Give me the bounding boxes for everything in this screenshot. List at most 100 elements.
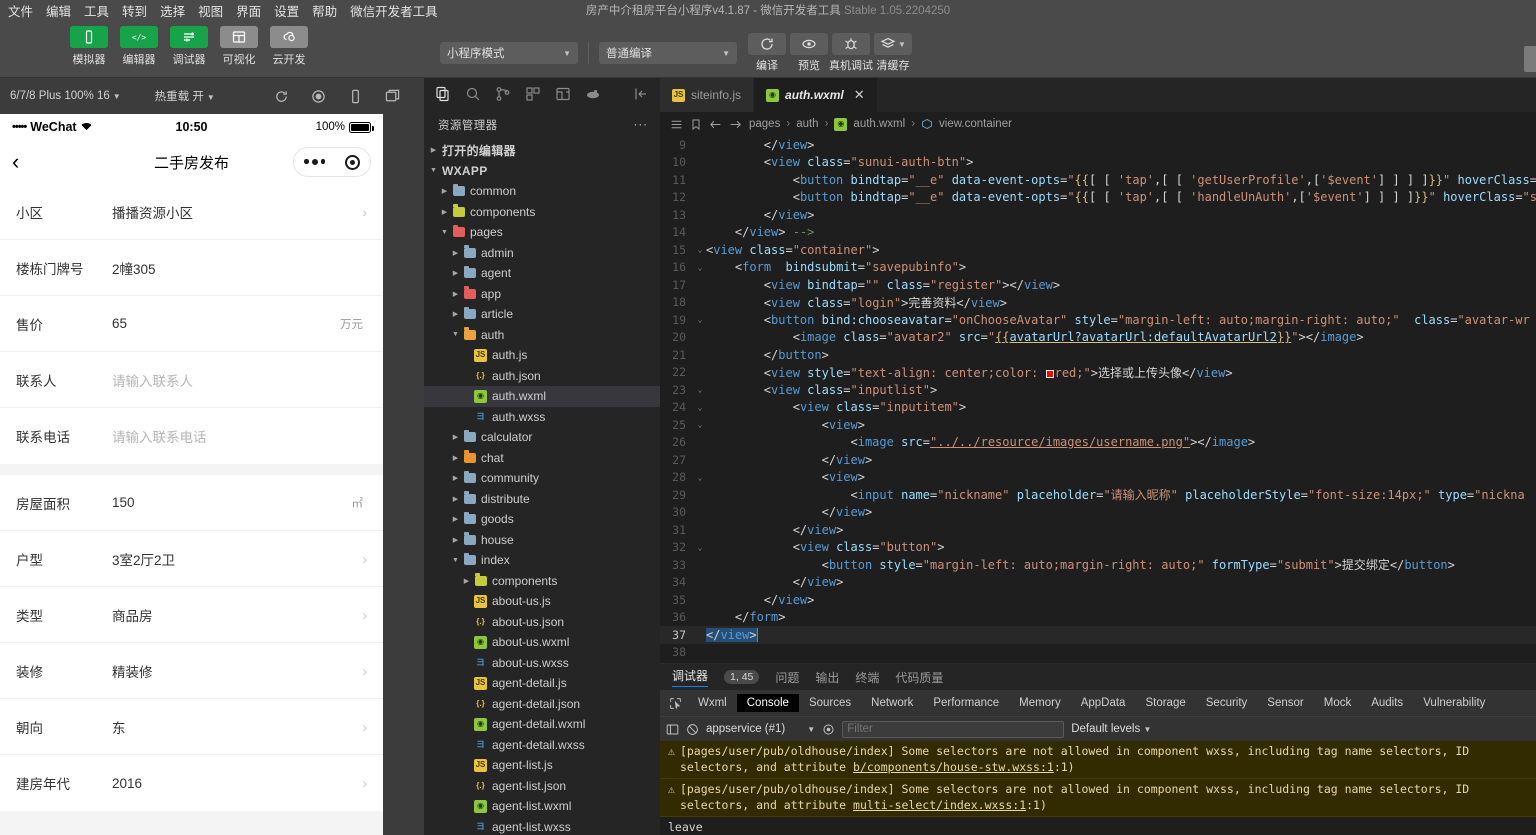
explorer-more-icon[interactable]: ···	[634, 119, 649, 131]
debugger-tab-输出[interactable]: 输出	[815, 669, 839, 686]
console-context-select[interactable]: appservice (#1) ▼	[706, 723, 815, 735]
mode-select[interactable]: 小程序模式 ▼	[440, 42, 578, 64]
debugger-tab-问题[interactable]: 问题	[775, 669, 799, 686]
twisty-open[interactable]	[439, 229, 450, 236]
devtools-tab-Mock[interactable]: Mock	[1314, 694, 1361, 712]
search-icon[interactable]	[458, 79, 488, 109]
twisty-closed[interactable]	[450, 249, 461, 257]
collapse-panel-icon[interactable]	[626, 79, 656, 109]
tree-file-about-us.js[interactable]: JSabout-us.js	[424, 591, 660, 612]
tree-file-about-us.json[interactable]: {.}about-us.json	[424, 612, 660, 633]
tree-file-agent-detail.wxss[interactable]: 彐agent-detail.wxss	[424, 735, 660, 756]
console-levels-select[interactable]: Default levels ▼	[1071, 723, 1151, 735]
menu-item-5[interactable]: 视图	[198, 1, 223, 20]
menu-item-4[interactable]: 选择	[160, 1, 185, 20]
fold-marker[interactable]: ⌄	[694, 420, 706, 429]
tree-file-auth.wxss[interactable]: 彐auth.wxss	[424, 407, 660, 428]
toolbar-button-编辑器[interactable]: </>编辑器	[118, 26, 160, 67]
tree-folder-打开的编辑器[interactable]: 打开的编辑器	[424, 140, 660, 161]
twisty-closed[interactable]	[450, 290, 461, 298]
breadcrumb-segment[interactable]: auth	[796, 118, 818, 130]
editor-tab-auth.wxml[interactable]: ◉auth.wxml✕	[754, 78, 878, 112]
tree-file-agent-detail.js[interactable]: JSagent-detail.js	[424, 673, 660, 694]
form-row[interactable]: 类型商品房›	[0, 587, 383, 643]
refresh-icon[interactable]	[274, 89, 289, 104]
tree-folder-distribute[interactable]: distribute	[424, 489, 660, 510]
tree-file-agent-detail.wxml[interactable]: ◉agent-detail.wxml	[424, 714, 660, 735]
tree-folder-chat[interactable]: chat	[424, 448, 660, 469]
tree-file-about-us.wxml[interactable]: ◉about-us.wxml	[424, 632, 660, 653]
menu-item-3[interactable]: 转到	[122, 1, 147, 20]
twisty-closed[interactable]	[450, 495, 461, 503]
devtools-tab-Network[interactable]: Network	[861, 694, 923, 712]
form-row[interactable]: 房屋面积150㎡	[0, 475, 383, 531]
console-output[interactable]: ⚠[pages/user/pub/oldhouse/index] Some se…	[660, 741, 1536, 835]
console-settings-icon[interactable]	[822, 723, 835, 736]
twisty-closed[interactable]	[450, 269, 461, 277]
wechat-capsule[interactable]	[293, 147, 371, 177]
menu-item-9[interactable]: 微信开发者工具	[350, 1, 438, 20]
source-control-icon[interactable]	[488, 79, 518, 109]
toolbar-button-调试器[interactable]: 调试器	[168, 26, 210, 67]
fold-marker[interactable]: ⌄	[694, 473, 706, 482]
twisty-closed[interactable]	[450, 515, 461, 523]
toolbar-overflow-handle[interactable]	[1524, 46, 1536, 72]
tree-file-auth.wxml[interactable]: ◉auth.wxml	[424, 386, 660, 407]
toolbar-action-编译[interactable]: 编译	[747, 33, 787, 73]
fold-marker[interactable]: ⌄	[694, 385, 706, 394]
debugger-tab-代码质量[interactable]: 代码质量	[895, 669, 943, 686]
tree-file-agent-list.js[interactable]: JSagent-list.js	[424, 755, 660, 776]
devtools-tab-Wxml[interactable]: Wxml	[688, 694, 737, 712]
tree-folder-goods[interactable]: goods	[424, 509, 660, 530]
form-row[interactable]: 建房年代2016›	[0, 755, 383, 811]
devtools-tab-Sensor[interactable]: Sensor	[1257, 694, 1313, 712]
console-sidebar-icon[interactable]	[666, 723, 679, 736]
devtools-tab-Audits[interactable]: Audits	[1361, 694, 1413, 712]
toolbar-button-可视化[interactable]: 可视化	[218, 26, 260, 67]
tree-folder-app[interactable]: app	[424, 284, 660, 305]
compile-select[interactable]: 普通编译 ▼	[599, 42, 737, 64]
outline-icon[interactable]	[670, 118, 683, 131]
close-capsule-icon[interactable]	[345, 155, 360, 170]
toolbar-action-清缓存[interactable]: ▼清缓存	[873, 33, 913, 73]
form-row[interactable]: 户型3室2厅2卫›	[0, 531, 383, 587]
tree-folder-article[interactable]: article	[424, 304, 660, 325]
twisty-closed[interactable]	[439, 187, 450, 195]
devtools-tab-Security[interactable]: Security	[1196, 694, 1258, 712]
menu-item-7[interactable]: 设置	[274, 1, 299, 20]
menu-item-6[interactable]: 界面	[236, 1, 261, 20]
console-source-link[interactable]: multi-select/index.wxss:1	[853, 798, 1026, 812]
toolbar-action-预览[interactable]: 预览	[789, 33, 829, 73]
rotate-icon[interactable]	[348, 89, 363, 104]
fold-marker[interactable]: ⌄	[694, 403, 706, 412]
form-row[interactable]: 售价65万元	[0, 296, 383, 352]
twisty-open[interactable]	[428, 167, 439, 174]
extensions-icon[interactable]	[518, 79, 548, 109]
devtools-tab-AppData[interactable]: AppData	[1071, 694, 1136, 712]
twisty-closed[interactable]	[450, 454, 461, 462]
forward-arrow-icon[interactable]	[729, 118, 742, 131]
twisty-open[interactable]	[450, 557, 461, 564]
tree-file-agent-list.wxml[interactable]: ◉agent-list.wxml	[424, 796, 660, 817]
tree-folder-house[interactable]: house	[424, 530, 660, 551]
menu-item-1[interactable]: 编辑	[46, 1, 71, 20]
twisty-closed[interactable]	[450, 536, 461, 544]
back-button[interactable]: ‹	[12, 151, 19, 173]
tree-file-agent-list.wxss[interactable]: 彐agent-list.wxss	[424, 817, 660, 835]
breadcrumb-segment[interactable]: view.container	[939, 118, 1012, 130]
tree-folder-agent[interactable]: agent	[424, 263, 660, 284]
twisty-open[interactable]	[450, 331, 461, 338]
tree-folder-pages[interactable]: pages	[424, 222, 660, 243]
code-editor[interactable]: 9 </view>10 <view class="sunui-auth-btn"…	[660, 136, 1536, 663]
twisty-closed[interactable]	[450, 433, 461, 441]
twisty-closed[interactable]	[461, 577, 472, 585]
file-tree[interactable]: 打开的编辑器WXAPPcommoncomponentspagesadminage…	[424, 140, 660, 835]
twisty-closed[interactable]	[450, 310, 461, 318]
devtools-tab-Sources[interactable]: Sources	[799, 694, 861, 712]
record-icon[interactable]	[311, 89, 326, 104]
close-tab-icon[interactable]: ✕	[854, 87, 865, 103]
tree-folder-admin[interactable]: admin	[424, 243, 660, 264]
menu-item-8[interactable]: 帮助	[312, 1, 337, 20]
console-source-link[interactable]: b/components/house-stw.wxss:1	[853, 760, 1054, 774]
files-icon[interactable]	[428, 79, 458, 109]
